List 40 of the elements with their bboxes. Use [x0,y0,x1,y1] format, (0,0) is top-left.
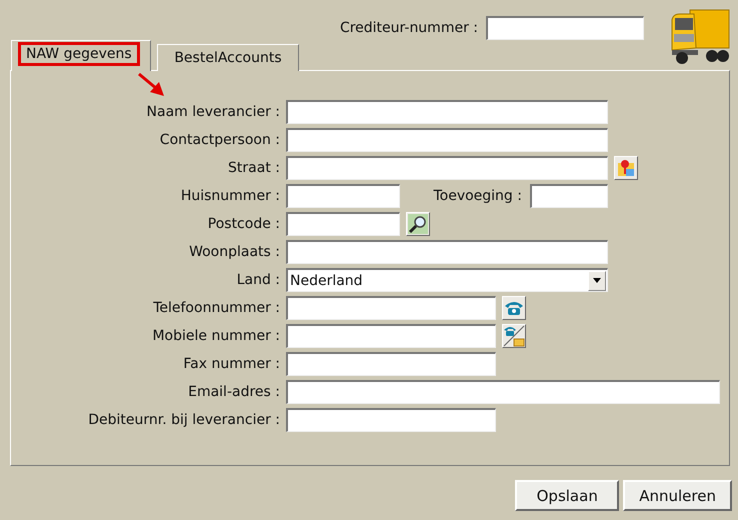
field-label: Woonplaats : [188,244,280,260]
arrow-icon [137,72,167,98]
field-label: Straat : [227,160,280,176]
field-label: Mobiele nummer : [151,328,280,344]
input-field[interactable] [286,408,496,432]
input-field[interactable] [286,352,496,376]
tab-label: BestelAccounts [173,49,283,68]
map-button[interactable] [614,156,638,180]
input-field[interactable] [486,16,644,40]
save-button[interactable]: Opslaan [515,480,620,511]
field-label: Naam leverancier : [146,104,280,120]
field-label: Email-adres : [187,384,280,400]
field-label: Huisnummer : [180,188,280,204]
input-field[interactable] [286,296,496,320]
tab[interactable]: NAW gegevens [11,40,151,71]
input-field[interactable] [286,128,608,152]
field-label: Debiteurnr. bij leverancier : [87,412,280,428]
dropdown[interactable]: Nederland [286,268,608,292]
input-field[interactable] [286,100,608,124]
search-button[interactable] [406,212,430,236]
field-label: Toevoeging : [432,188,522,204]
tab-label: NAW gegevens [18,42,140,66]
field-label: Land : [236,272,280,288]
phone-button[interactable] [502,296,526,320]
caret-icon [588,270,606,290]
input-field[interactable] [286,212,400,236]
input-field[interactable] [286,184,400,208]
field-label: Fax nummer : [182,356,280,372]
tab[interactable]: BestelAccounts [157,44,299,71]
input-field[interactable] [530,184,608,208]
input-field[interactable] [286,240,608,264]
phone-mail-button[interactable] [502,324,526,348]
field-label: Contactpersoon : [158,132,280,148]
field-label: Postcode : [206,216,280,232]
input-field[interactable] [286,156,608,180]
input-field[interactable] [286,324,496,348]
input-field[interactable] [286,380,720,404]
cancel-button[interactable]: Annuleren [623,480,732,511]
field-label: Crediteur-nummer : [340,20,478,36]
field-label: Telefoonnummer : [152,300,280,316]
